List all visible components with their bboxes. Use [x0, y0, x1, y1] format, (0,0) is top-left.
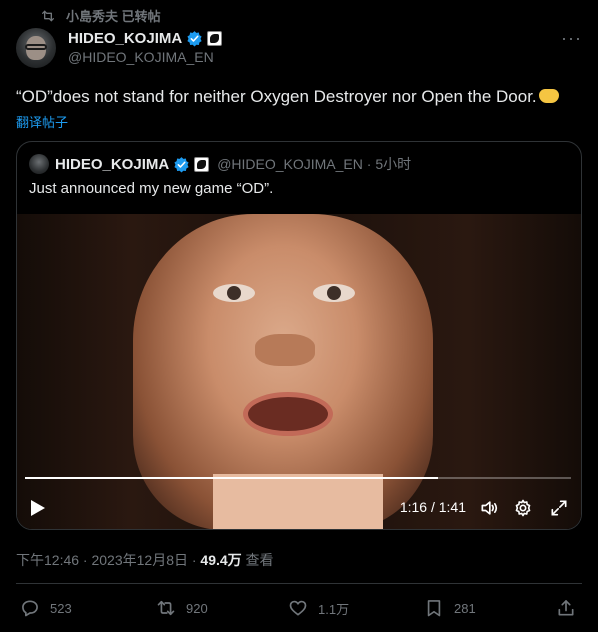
quoted-author-avatar	[29, 154, 49, 174]
quoted-tweet-text: Just announced my new game “OD”.	[29, 180, 274, 197]
tweet-timestamp: 下午12:46 · 2023年12月8日 · 49.4万 查看	[16, 550, 274, 570]
bookmark-count: 281	[454, 600, 476, 616]
settings-gear-icon[interactable]	[513, 498, 533, 518]
bookmark-icon	[427, 600, 441, 617]
timestamp-text[interactable]: 下午12:46 · 2023年12月8日 ·	[16, 552, 200, 568]
video-player[interactable]: 1:16 / 1:41	[17, 214, 581, 529]
heart-hands-emoji-icon	[538, 89, 559, 103]
views-count: 49.4万	[200, 552, 242, 568]
author-block: HIDEO_KOJIMA @HIDEO_KOJIMA_EN	[68, 30, 223, 65]
like-count: 1.1万	[318, 601, 350, 617]
repost-count: 920	[186, 600, 208, 616]
author-handle[interactable]: @HIDEO_KOJIMA_EN	[68, 49, 222, 65]
affiliate-badge-icon	[194, 156, 210, 172]
quoted-tweet-card[interactable]: HIDEO_KOJIMA @HIDEO_KOJIMA_EN · 5小时 Just…	[16, 141, 582, 530]
repost-icon	[157, 600, 175, 616]
author-name[interactable]: HIDEO_KOJIMA	[68, 30, 182, 47]
tweet-text: “OD”does not stand for neither Oxygen De…	[16, 86, 559, 108]
reply-count: 523	[50, 600, 72, 616]
video-progress-bar[interactable]	[25, 477, 571, 479]
tweet-text-content: “OD”does not stand for neither Oxygen De…	[16, 87, 537, 106]
bookmark-button[interactable]: 281	[424, 598, 476, 618]
volume-icon[interactable]	[479, 498, 499, 518]
translate-post-link[interactable]: 翻译帖子	[16, 112, 68, 131]
play-icon[interactable]	[31, 500, 45, 516]
quoted-handle-time: @HIDEO_KOJIMA_EN · 5小时	[217, 156, 412, 172]
heart-icon	[289, 600, 307, 616]
divider	[16, 583, 582, 584]
like-button[interactable]: 1.1万	[288, 598, 349, 618]
repost-icon	[42, 10, 54, 21]
action-bar: 523 920 1.1万 281	[16, 594, 582, 624]
views-label: 查看	[241, 552, 274, 568]
author-avatar[interactable]	[16, 28, 56, 68]
more-options-icon[interactable]: ···	[561, 28, 582, 49]
reply-icon	[22, 600, 38, 617]
video-progress-fill	[25, 477, 439, 479]
video-time: 1:16 / 1:41	[399, 499, 466, 515]
retweet-banner[interactable]: 小島秀夫 已转帖	[40, 6, 161, 25]
video-controls: 1:16 / 1:41	[17, 484, 581, 529]
verified-badge-icon[interactable]	[186, 30, 203, 47]
repost-button[interactable]: 920	[156, 598, 208, 618]
fullscreen-expand-icon[interactable]	[549, 498, 569, 518]
quoted-tweet-header: HIDEO_KOJIMA @HIDEO_KOJIMA_EN · 5小时	[29, 154, 411, 174]
quoted-author-name: HIDEO_KOJIMA	[55, 155, 170, 173]
video-frame	[17, 214, 581, 529]
verified-badge-icon	[174, 156, 189, 173]
reply-button[interactable]: 523	[20, 598, 72, 618]
share-icon	[558, 600, 574, 616]
retweet-banner-text: 小島秀夫 已转帖	[66, 9, 161, 24]
share-button[interactable]	[556, 598, 576, 618]
affiliate-badge-icon[interactable]	[207, 31, 223, 46]
